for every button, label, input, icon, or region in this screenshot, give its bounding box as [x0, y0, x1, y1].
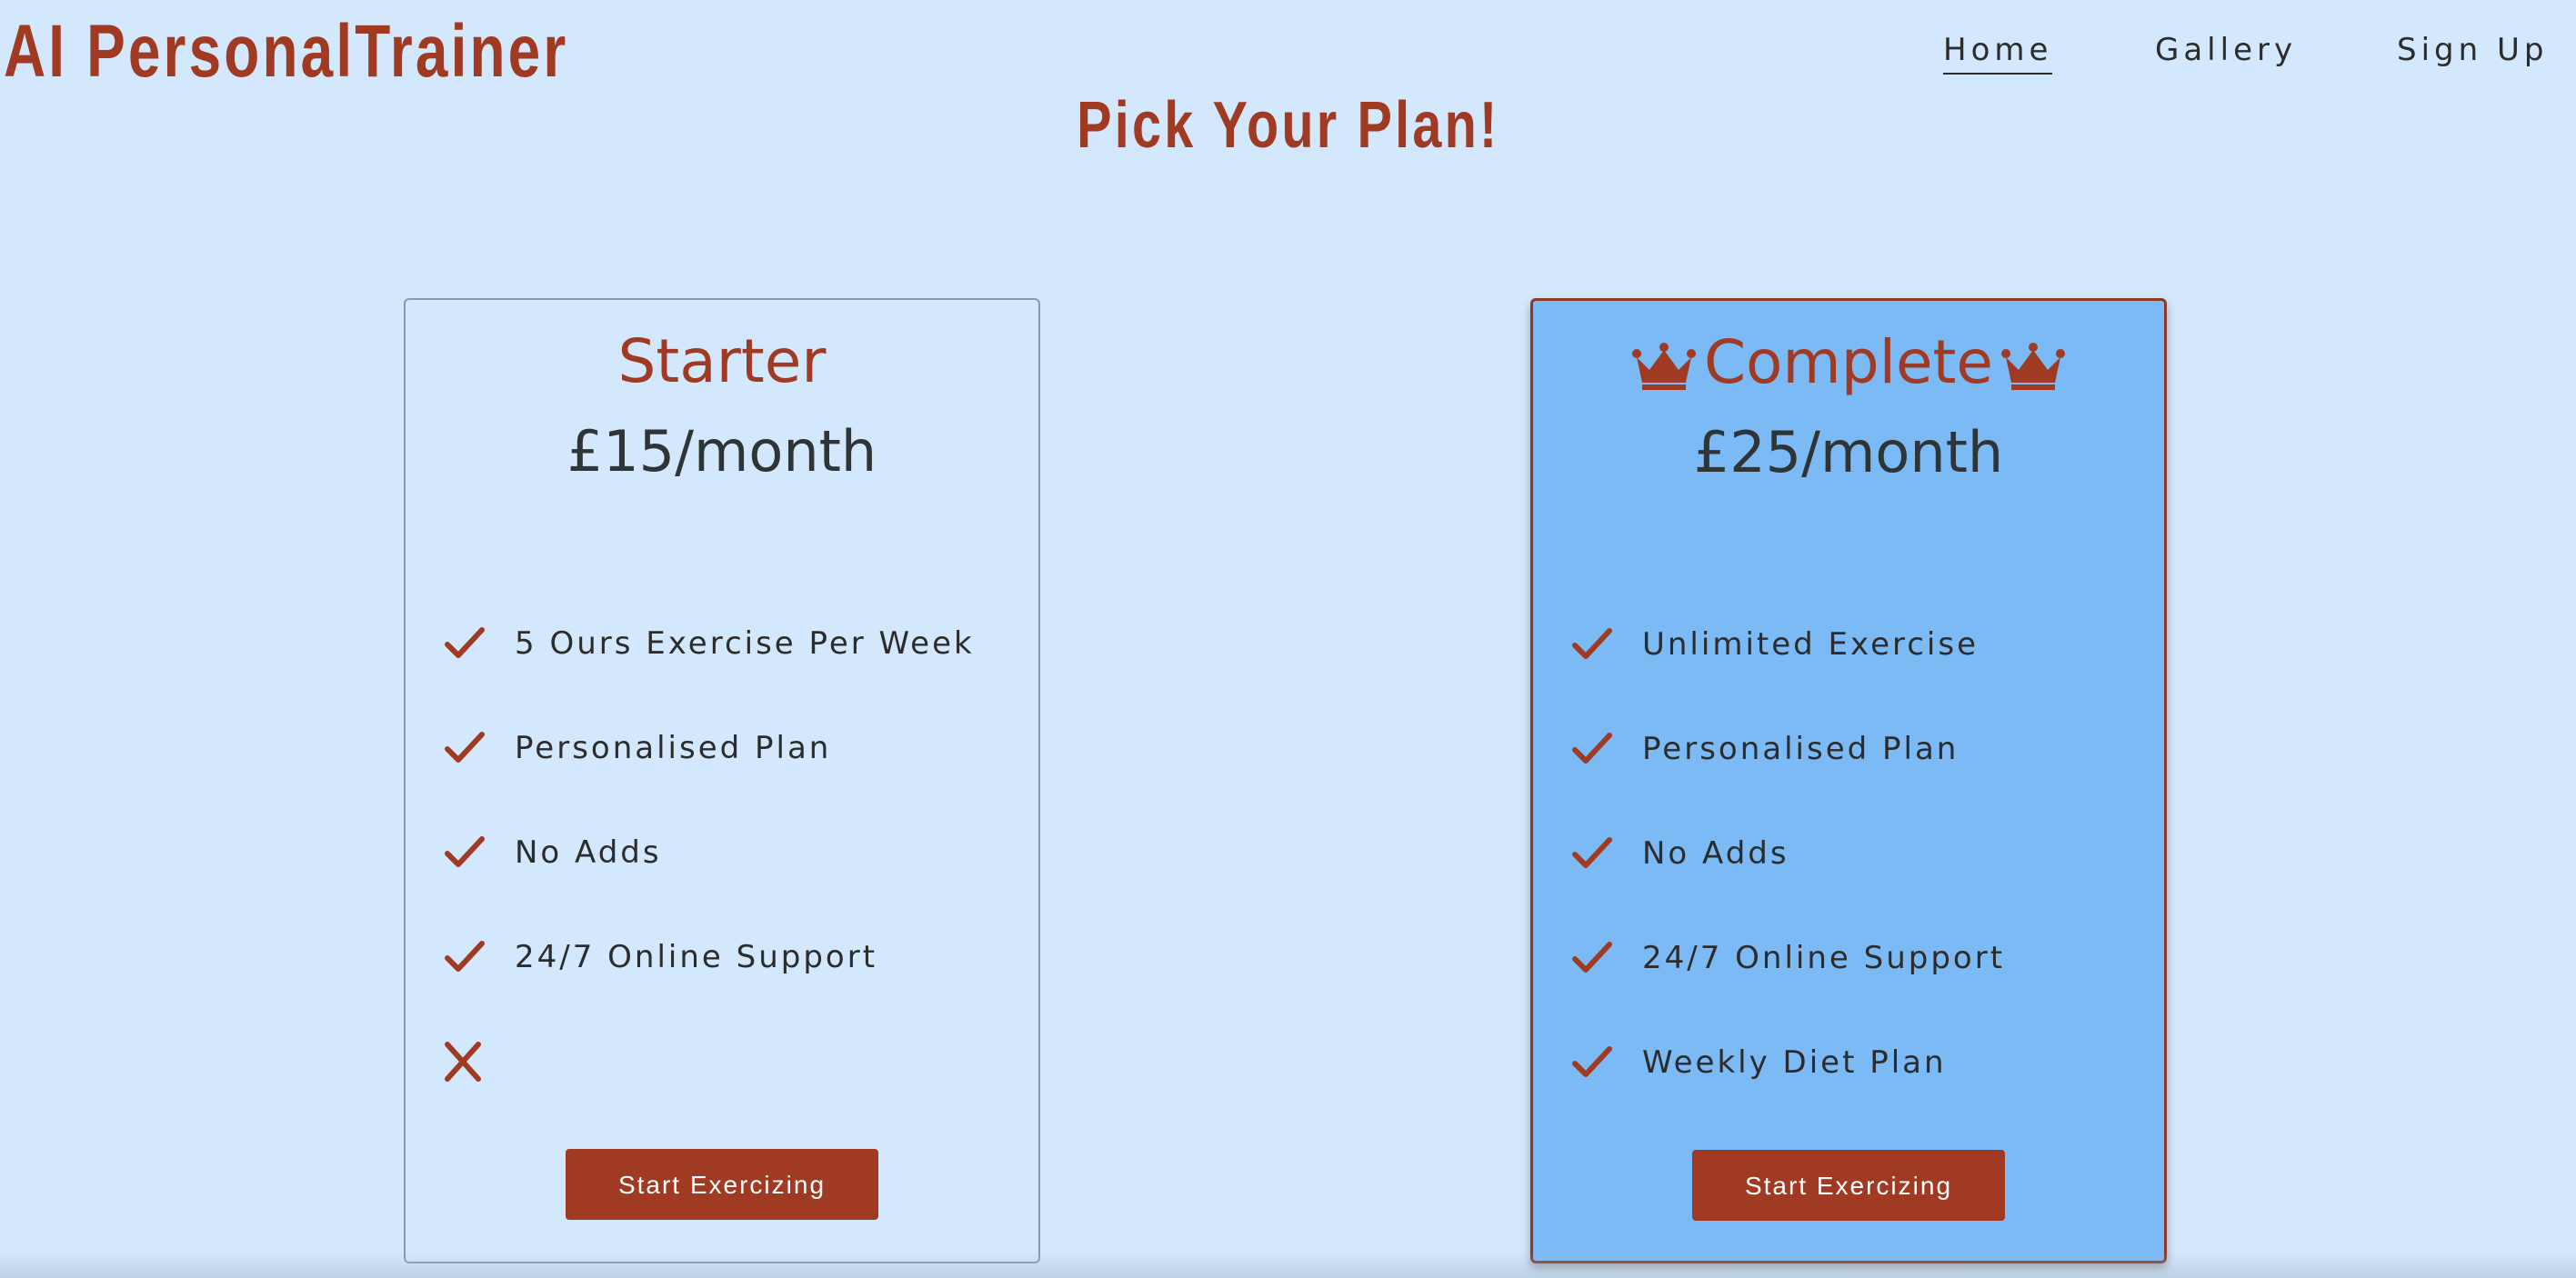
plan-card-complete: Complete £25/month Unlimited Exercise Pe…	[1530, 298, 2167, 1263]
crown-icon	[2001, 342, 2066, 390]
start-exercizing-button[interactable]: Start Exercizing	[1692, 1150, 2005, 1221]
bottom-fade	[0, 1253, 2576, 1278]
feature-item: No Adds	[1569, 801, 2146, 905]
feature-text: Unlimited Exercise	[1642, 625, 1980, 663]
cross-icon	[445, 1041, 481, 1082]
feature-item	[442, 1009, 1020, 1113]
plan-price: £25/month	[1693, 419, 2004, 485]
crown-icon	[1631, 342, 1696, 390]
feature-item: No Adds	[442, 800, 1020, 904]
feature-list: 5 Ours Exercise Per Week Personalised Pl…	[442, 591, 1020, 1113]
check-icon	[445, 835, 485, 867]
feature-item: Personalised Plan	[442, 695, 1020, 800]
plan-name-row: Complete	[1533, 326, 2164, 398]
plan-price: £15/month	[566, 418, 877, 484]
start-exercizing-button[interactable]: Start Exercizing	[566, 1149, 878, 1220]
feature-text: No Adds	[515, 834, 662, 871]
nav-home-link[interactable]: Home	[1943, 27, 2053, 75]
check-icon	[1572, 836, 1612, 868]
page-title: Pick Your Plan!	[1076, 89, 1500, 162]
feature-item: Unlimited Exercise	[1569, 592, 2146, 696]
check-icon	[445, 626, 485, 658]
check-icon	[1572, 1045, 1612, 1077]
feature-text: Personalised Plan	[515, 729, 832, 766]
check-icon	[1572, 941, 1612, 973]
nav-gallery-link[interactable]: Gallery	[2155, 27, 2297, 73]
feature-text: Personalised Plan	[1642, 730, 1960, 767]
feature-text: 5 Ours Exercise Per Week	[515, 624, 975, 662]
feature-text: Weekly Diet Plan	[1642, 1043, 1947, 1081]
plan-name: Starter	[617, 326, 827, 396]
check-icon	[445, 940, 485, 972]
nav-home-label: Home	[1943, 32, 2053, 68]
feature-text: No Adds	[1642, 834, 1789, 872]
check-icon	[1572, 732, 1612, 764]
feature-text: 24/7 Online Support	[515, 938, 878, 975]
check-icon	[1572, 627, 1612, 659]
feature-item: 5 Ours Exercise Per Week	[442, 591, 1020, 695]
feature-list: Unlimited Exercise Personalised Plan No …	[1569, 592, 2146, 1114]
feature-item: 24/7 Online Support	[442, 904, 1020, 1009]
feature-item: 24/7 Online Support	[1569, 905, 2146, 1010]
nav-signup-link[interactable]: Sign Up	[2397, 27, 2548, 73]
feature-item: Personalised Plan	[1569, 696, 2146, 801]
feature-item: Weekly Diet Plan	[1569, 1010, 2146, 1114]
plan-card-starter: Starter £15/month 5 Ours Exercise Per We…	[404, 298, 1040, 1263]
plan-name: Complete	[1703, 327, 1994, 397]
brand-logo-text[interactable]: AI PersonalTrainer	[4, 15, 568, 89]
check-icon	[445, 731, 485, 763]
feature-text: 24/7 Online Support	[1642, 939, 2006, 976]
nav-home-underline	[1943, 73, 2053, 75]
